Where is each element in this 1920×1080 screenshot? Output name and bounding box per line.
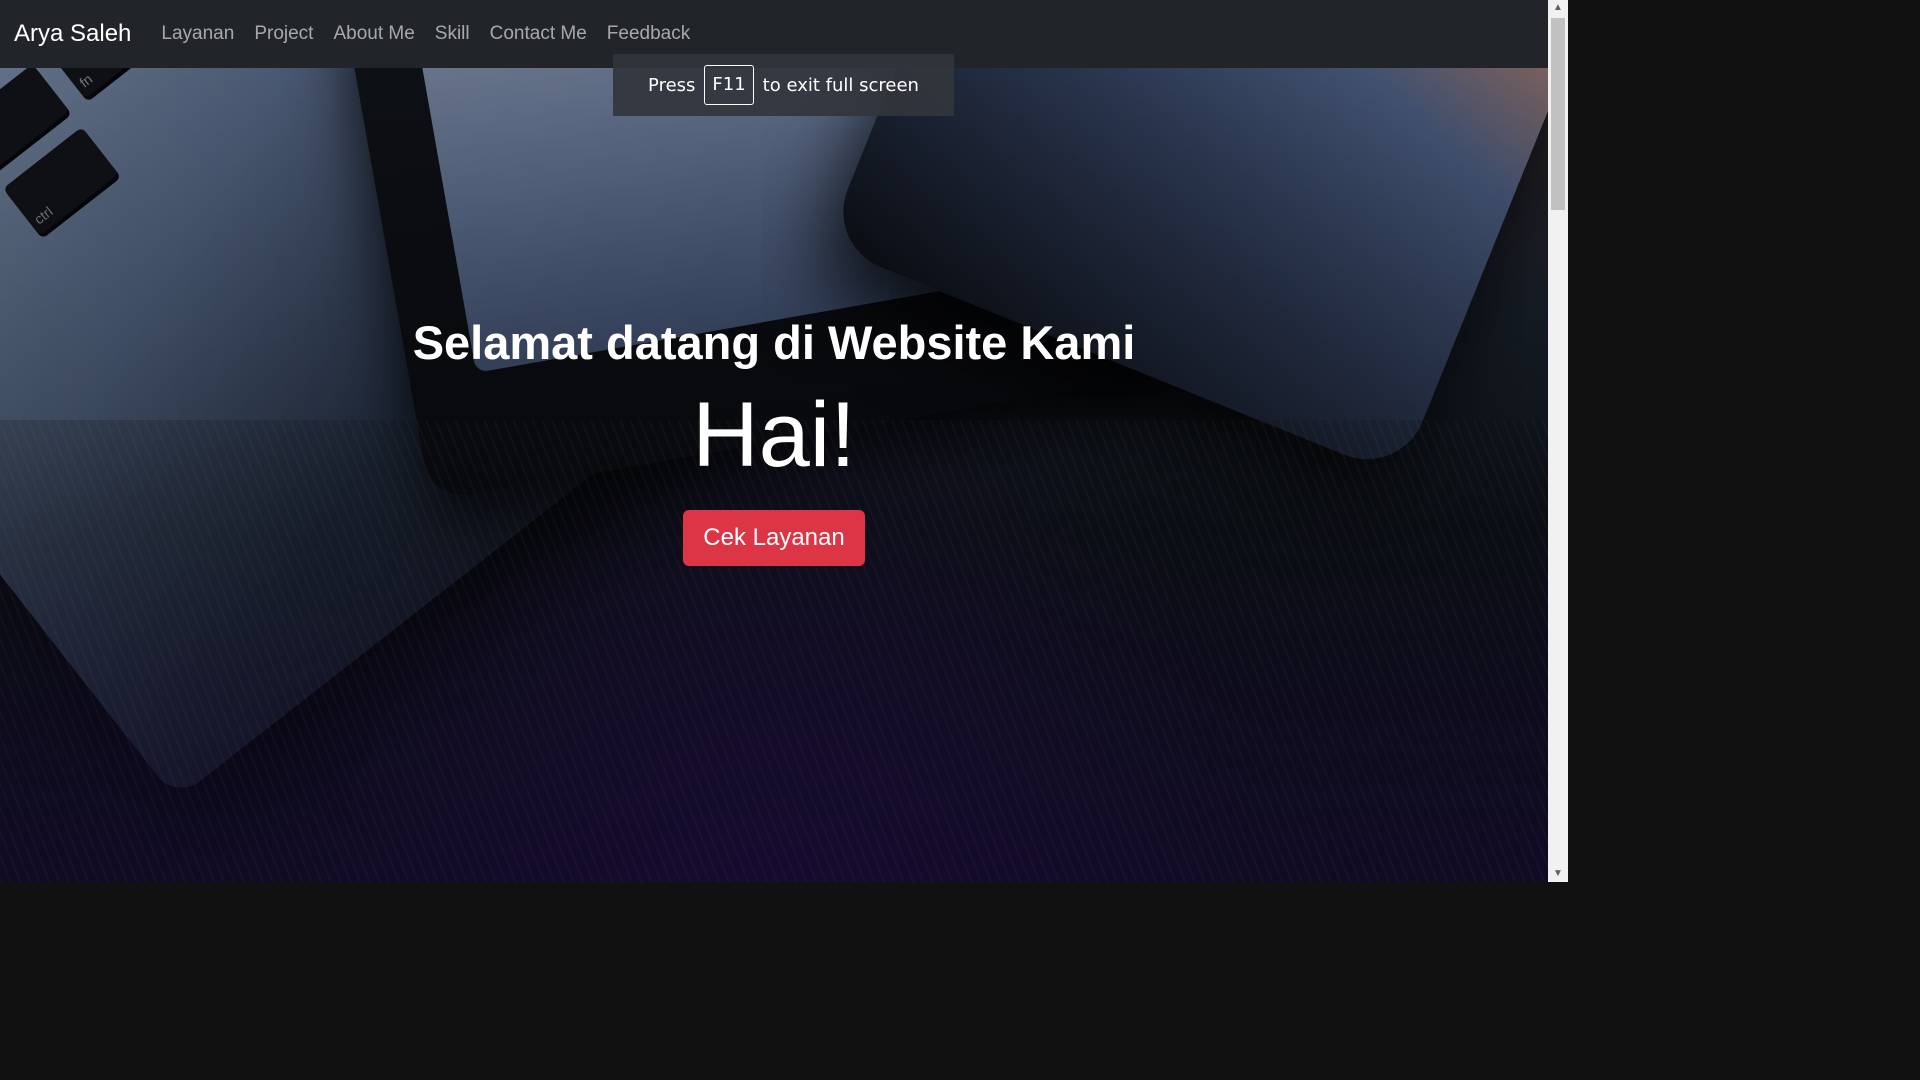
fullscreen-hint-key: F11 bbox=[704, 65, 754, 105]
fullscreen-exit-hint: Press F11 to exit full screen bbox=[613, 54, 954, 116]
nav-link-project[interactable]: Project bbox=[244, 23, 323, 45]
hero-content: Selamat datang di Website Kami Hai! Cek … bbox=[0, 310, 1548, 566]
scrollbar-thumb[interactable] bbox=[1551, 18, 1565, 210]
nav-link-feedback[interactable]: Feedback bbox=[597, 23, 700, 45]
hero-subtitle: Selamat datang di Website Kami bbox=[412, 316, 1136, 369]
nav-link-about-me[interactable]: About Me bbox=[323, 23, 424, 45]
fullscreen-hint-press: Press bbox=[648, 74, 696, 96]
nav-link-contact-me[interactable]: Contact Me bbox=[480, 23, 597, 45]
fullscreen-hint-suffix: to exit full screen bbox=[762, 74, 919, 96]
chevron-up-icon[interactable]: ▲ bbox=[1548, 0, 1568, 16]
brand-link[interactable]: Arya Saleh bbox=[14, 20, 131, 48]
cek-layanan-button[interactable]: Cek Layanan bbox=[683, 510, 865, 566]
vertical-scrollbar[interactable]: ▲ ▼ bbox=[1548, 0, 1568, 882]
nav-link-skill[interactable]: Skill bbox=[425, 23, 480, 45]
chevron-down-icon[interactable]: ▼ bbox=[1548, 866, 1568, 882]
nav-links: Layanan Project About Me Skill Contact M… bbox=[151, 23, 700, 45]
nav-link-layanan[interactable]: Layanan bbox=[151, 23, 244, 45]
hero-title: Hai! bbox=[692, 384, 856, 486]
